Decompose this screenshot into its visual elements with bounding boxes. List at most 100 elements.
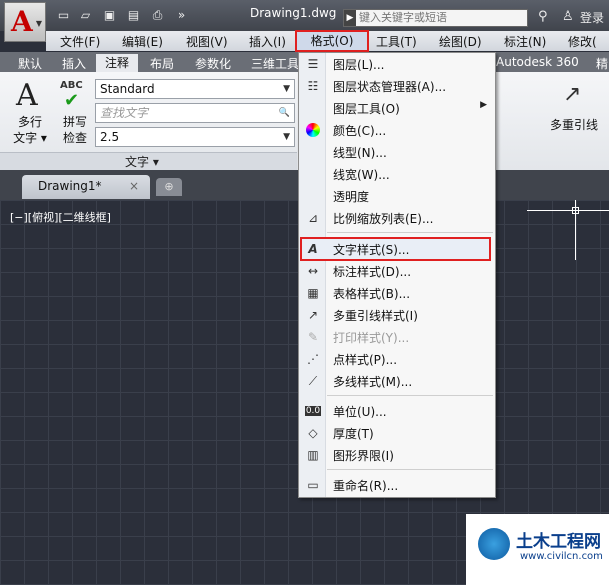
menu-item-limits[interactable]: ▥ 图形界限(I) (299, 444, 495, 466)
checkmark-icon: ✔ (64, 90, 80, 111)
multiline-text-button[interactable]: A 多行 文字 ▾ (8, 78, 52, 148)
find-replace-icon[interactable]: 🔍 (279, 104, 290, 122)
menu-item-units[interactable]: 0.0 单位(U)... (299, 400, 495, 422)
color-wheel-icon (306, 123, 320, 137)
open-icon[interactable]: ▱ (78, 8, 93, 22)
menu-item-label: 标注样式(D)... (333, 265, 412, 279)
spell-check-button[interactable]: ABC ✔ 拼写 检查 (58, 80, 92, 150)
tab-3d-tools[interactable]: 三维工具 (251, 55, 299, 72)
menu-item-label: 图层状态管理器(A)... (333, 80, 447, 94)
menu-item-color[interactable]: 颜色(C)... (299, 119, 495, 141)
menu-view[interactable]: 视图(V) (186, 33, 228, 50)
menu-item-mleader-style[interactable]: ↗ 多重引线样式(I) (299, 304, 495, 326)
menu-tools[interactable]: 工具(T) (376, 33, 417, 50)
menu-item-table-style[interactable]: ▦ 表格样式(B)... (299, 282, 495, 304)
menu-separator (327, 232, 493, 233)
menu-item-label: 打印样式(Y)... (333, 331, 410, 345)
viewport-controls[interactable]: [−][俯视][二维线框] (10, 209, 111, 225)
menu-item-label: 图层工具(O) (333, 102, 400, 116)
menu-item-rename[interactable]: ▭ 重命名(R)... (299, 474, 495, 496)
dim-style-icon: ↔ (307, 264, 319, 278)
multiline-text-label: 多行 文字 ▾ (13, 115, 47, 145)
multileader-label[interactable]: 多重引线 (550, 116, 598, 133)
rename-icon: ▭ (307, 478, 319, 492)
new-icon[interactable]: ▭ (56, 8, 71, 22)
menu-item-label: 颜色(C)... (333, 124, 387, 138)
menu-dimension[interactable]: 标注(N) (504, 33, 546, 50)
menu-file[interactable]: 文件(F) (60, 33, 100, 50)
menu-item-label: 图层(L)... (333, 58, 385, 72)
find-text-input[interactable]: 查找文字 🔍 (95, 103, 295, 123)
layer-icon: ☰ (307, 57, 319, 71)
menu-item-dim-style[interactable]: ↔ 标注样式(D)... (299, 260, 495, 282)
autocad-logo-icon: A (11, 5, 33, 38)
menu-item-layer[interactable]: ☰ 图层(L)... (299, 53, 495, 75)
menu-separator (327, 469, 493, 470)
tab-default[interactable]: 默认 (18, 55, 42, 72)
menu-format[interactable]: 格式(O) (295, 30, 369, 52)
more-icon[interactable]: » (174, 8, 189, 22)
close-icon[interactable]: × (129, 179, 139, 193)
search-input[interactable] (357, 10, 529, 26)
mline-style-icon: ⟋ (308, 374, 318, 388)
menu-item-plot-style: ✎ 打印样式(Y)... (299, 326, 495, 348)
menu-item-label: 图形界限(I) (333, 449, 394, 463)
menu-item-label: 多重引线样式(I) (333, 309, 418, 323)
text-height-value: 2.5 (100, 130, 120, 144)
menu-item-thickness[interactable]: ◇ 厚度(T) (299, 422, 495, 444)
tab-annotate[interactable]: 注释 (96, 54, 138, 72)
multileader-icon[interactable]: ↗ (563, 82, 591, 110)
menu-item-scale-list[interactable]: ⊿ 比例缩放列表(E)... (299, 207, 495, 229)
menu-item-label: 文字样式(S)... (333, 243, 410, 257)
print-icon[interactable]: ⎙ (150, 8, 165, 22)
menu-item-label: 厚度(T) (333, 427, 374, 441)
binoculars-icon[interactable]: ⚲ (538, 9, 548, 24)
text-a-icon: A (16, 78, 38, 113)
login-link[interactable]: 登录 (580, 9, 604, 26)
tab-more[interactable]: 精 (596, 55, 608, 72)
menu-modify[interactable]: 修改( (568, 33, 597, 50)
menu-edit[interactable]: 编辑(E) (122, 33, 163, 50)
menu-item-transparency[interactable]: 透明度 (299, 185, 495, 207)
watermark-url: www.civilcn.com (520, 551, 603, 562)
tab-parametric[interactable]: 参数化 (195, 55, 231, 72)
new-tab-icon[interactable]: ⊕ (156, 178, 182, 196)
save-as-icon[interactable]: ▤ (126, 8, 141, 22)
find-text-placeholder: 查找文字 (100, 106, 149, 120)
menu-item-label: 线型(N)... (333, 146, 387, 160)
save-icon[interactable]: ▣ (102, 8, 117, 22)
menu-item-text-style[interactable]: A 文字样式(S)... (299, 238, 495, 260)
thickness-icon: ◇ (308, 426, 318, 440)
point-style-icon: ⋰ (307, 352, 319, 366)
text-panel-label[interactable]: 文字 ▾ (125, 153, 159, 170)
menu-item-mline-style[interactable]: ⟋ 多线样式(M)... (299, 370, 495, 392)
menu-insert[interactable]: 插入(I) (249, 33, 286, 50)
menu-item-label: 线宽(W)... (333, 168, 390, 182)
table-style-icon: ▦ (307, 286, 319, 300)
text-style-select[interactable]: Standard ▼ (95, 79, 295, 99)
application-menu-button[interactable]: A ▼ (4, 2, 46, 42)
menu-item-label: 多线样式(M)... (333, 375, 413, 389)
user-icon[interactable]: ♙ (562, 9, 574, 24)
layer-state-icon: ☷ (307, 79, 319, 93)
watermark-logo-icon (478, 528, 510, 560)
search-box[interactable]: ▶ (343, 9, 529, 27)
menu-item-lineweight[interactable]: 线宽(W)... (299, 163, 495, 185)
chevron-down-icon: ▼ (283, 132, 290, 142)
menu-item-label: 透明度 (333, 190, 370, 204)
spell-check-label: 拼写 检查 (62, 115, 87, 145)
text-style-icon: A (308, 242, 318, 256)
menu-draw[interactable]: 绘图(D) (439, 33, 482, 50)
plot-style-icon: ✎ (307, 330, 319, 344)
mleader-style-icon: ↗ (307, 308, 319, 322)
menu-item-layer-state-manager[interactable]: ☷ 图层状态管理器(A)... (299, 75, 495, 97)
chevron-down-icon: ▼ (283, 84, 290, 94)
tab-autodesk-360[interactable]: Autodesk 360 (496, 55, 579, 69)
tab-insert[interactable]: 插入 (62, 55, 86, 72)
menu-item-point-style[interactable]: ⋰ 点样式(P)... (299, 348, 495, 370)
menu-separator (327, 395, 493, 396)
menu-item-linetype[interactable]: 线型(N)... (299, 141, 495, 163)
text-height-select[interactable]: 2.5 ▼ (95, 127, 295, 147)
menu-item-layer-tools[interactable]: 图层工具(O) ▶ (299, 97, 495, 119)
tab-layout[interactable]: 布局 (150, 55, 174, 72)
